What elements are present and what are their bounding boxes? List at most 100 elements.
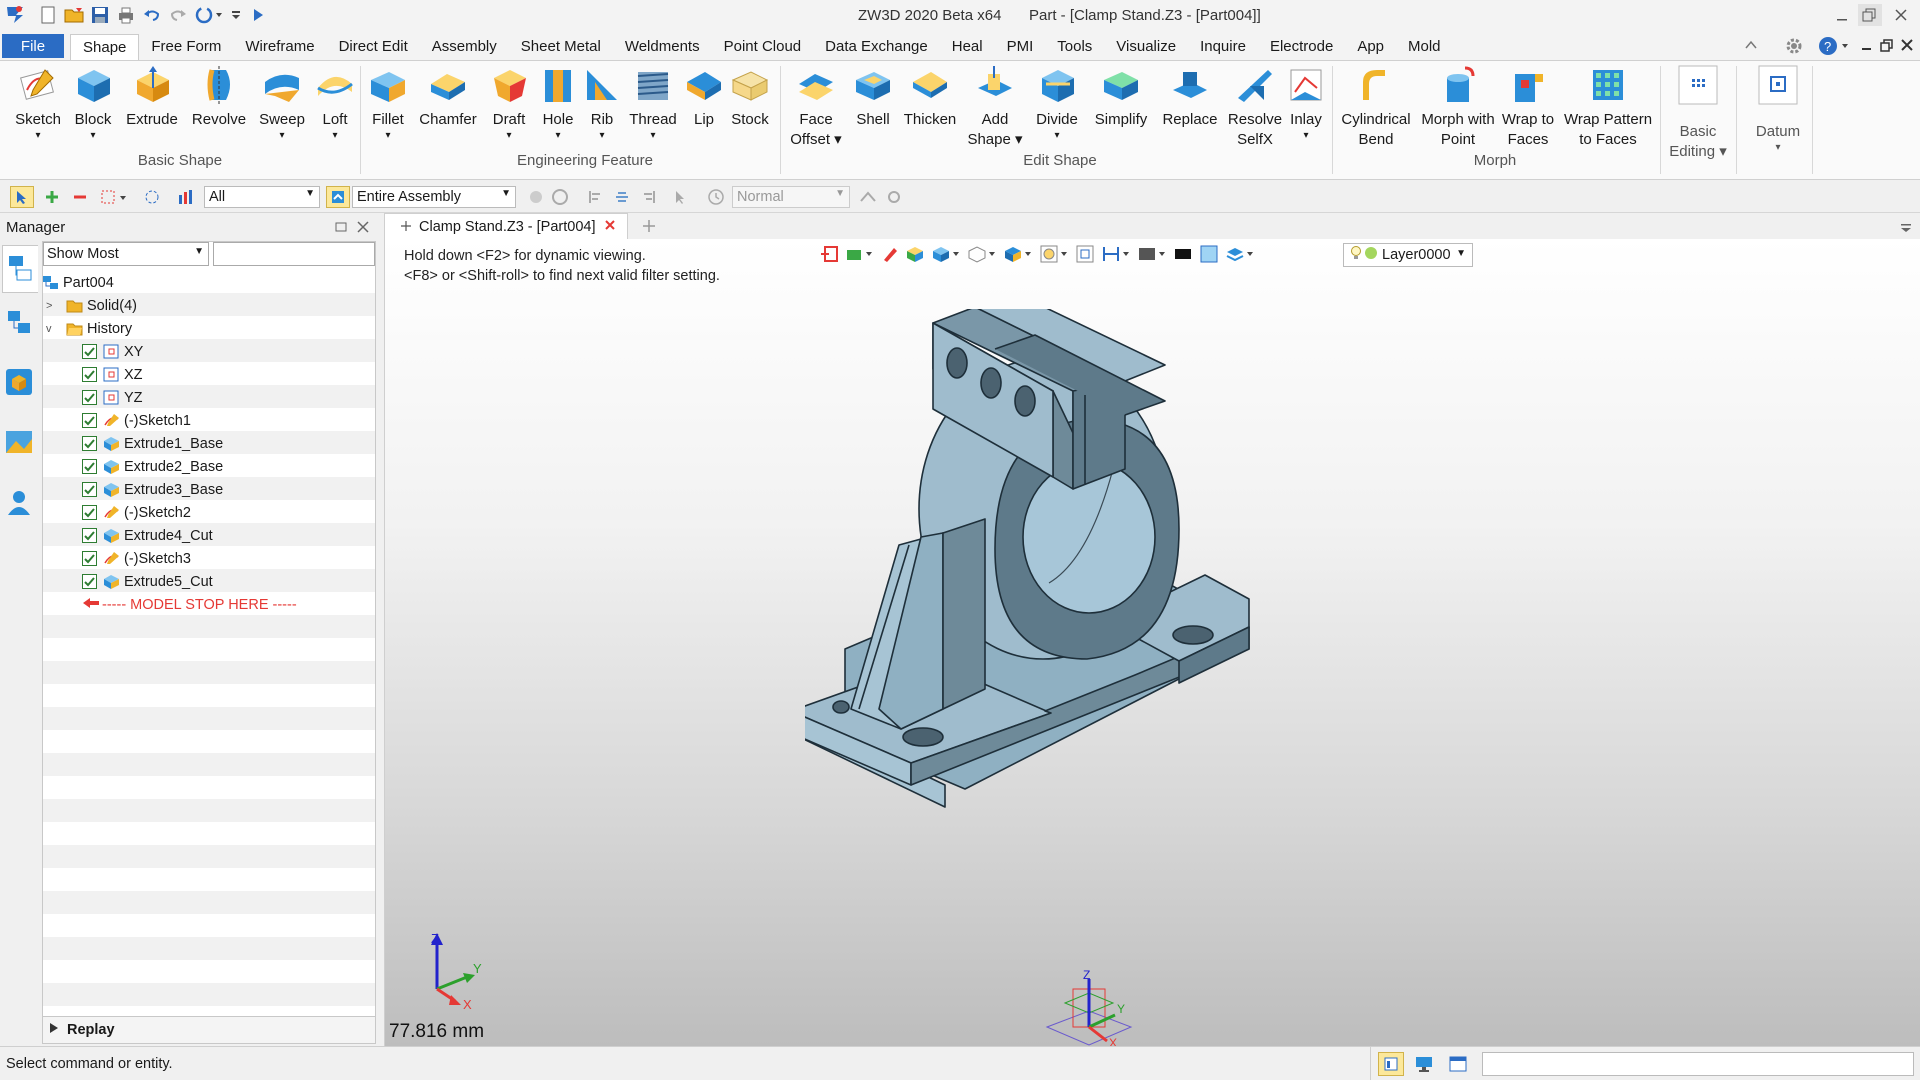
filter-list-icon[interactable] [174,186,198,208]
inlay-button[interactable]: Inlay ▾ [1288,64,1324,142]
history-item-xy[interactable]: XY [82,340,414,363]
remove-filter-icon[interactable] [68,186,92,208]
command-input[interactable] [1482,1052,1914,1076]
thread-button[interactable]: Thread ▾ [628,64,678,142]
render-tab-icon[interactable] [4,427,34,461]
regenerate-icon[interactable] [192,4,226,26]
tab-wireframe[interactable]: Wireframe [233,34,326,58]
align-center-icon[interactable] [610,186,634,208]
open-folder-icon[interactable] [62,4,86,26]
redo-icon[interactable] [166,4,190,26]
settings-gear-icon[interactable] [1784,36,1804,60]
tab-pmi[interactable]: PMI [995,34,1046,58]
shaded-cube-icon[interactable] [905,244,925,268]
new-tab-icon[interactable] [642,219,656,237]
minimize-doc-button[interactable] [1860,38,1874,56]
tab-tools[interactable]: Tools [1045,34,1104,58]
attach-icon[interactable] [882,186,906,208]
restore-doc-button[interactable] [1880,38,1894,56]
close-window-button[interactable] [1892,6,1910,24]
datum-button[interactable]: Datum ▾ [1748,64,1808,154]
save-icon[interactable] [88,4,112,26]
tab-mold[interactable]: Mold [1396,34,1453,58]
add-shape-button[interactable]: Add Shape ▾ [966,64,1024,150]
thicken-button[interactable]: Thicken [902,64,958,130]
selection-box-icon[interactable] [98,186,132,208]
tab-sheet-metal[interactable]: Sheet Metal [509,34,613,58]
color-black-swatch[interactable] [1173,244,1193,268]
view-orientation-icon[interactable] [1003,244,1033,268]
shell-button[interactable]: Shell [852,64,894,130]
wrap-to-faces-button[interactable]: Wrap to Faces [1500,64,1556,150]
help-icon[interactable]: ? [1818,35,1850,61]
restore-window-button[interactable] [1858,4,1882,26]
history-item-sketch2[interactable]: (-)Sketch2 [82,501,414,524]
panel-close-icon[interactable] [356,220,370,238]
tab-visualize[interactable]: Visualize [1104,34,1188,58]
history-item-extrude1-base[interactable]: Extrude1_Base [82,432,414,455]
tree-root[interactable]: Part004 [42,271,374,294]
pick-arrow-icon[interactable] [10,186,34,208]
pick-mode-icon[interactable] [524,186,548,208]
model-stop-marker[interactable]: ----- MODEL STOP HERE ----- [82,593,414,616]
history-item-xz[interactable]: XZ [82,363,414,386]
background-icon[interactable] [1137,244,1167,268]
render-cube-icon[interactable] [931,244,961,268]
close-tab-icon[interactable] [604,219,616,235]
stock-button[interactable]: Stock [728,64,772,130]
tab-heal[interactable]: Heal [940,34,995,58]
loft-button[interactable]: Loft ▾ [316,64,354,142]
visibility-checkbox[interactable] [82,505,97,520]
history-item-extrude4-cut[interactable]: Extrude4_Cut [82,524,414,547]
clamp-stand-model[interactable] [805,309,1365,809]
history-clock-icon[interactable] [704,186,728,208]
history-item-sketch3[interactable]: (-)Sketch3 [82,547,414,570]
visibility-checkbox[interactable] [82,344,97,359]
chamfer-button[interactable]: Chamfer [418,64,478,130]
graphics-viewport[interactable]: Hold down <F2> for dynamic viewing. <F8>… [384,239,1920,1046]
tab-point-cloud[interactable]: Point Cloud [712,34,814,58]
tab-data-exchange[interactable]: Data Exchange [813,34,940,58]
cursor-pick-icon[interactable] [668,186,692,208]
measure-icon[interactable] [856,186,880,208]
history-item-sketch1[interactable]: (-)Sketch1 [82,409,414,432]
exit-view-icon[interactable] [819,244,839,268]
lasso-icon[interactable] [140,186,164,208]
history-item-yz[interactable]: YZ [82,386,414,409]
document-tab[interactable]: Clamp Stand.Z3 - [Part004] [384,213,628,239]
mode-select[interactable]: Normal ▼ [732,186,850,208]
tab-electrode[interactable]: Electrode [1258,34,1345,58]
print-icon[interactable] [114,4,138,26]
add-filter-icon[interactable] [40,186,64,208]
chevron-right-icon[interactable]: > [46,300,66,312]
replay-bar[interactable]: Replay [42,1016,376,1044]
basic-editing-button[interactable]: Basic Editing ▾ [1664,64,1732,162]
tree-search-input[interactable] [213,242,375,266]
replace-button[interactable]: Replace [1160,64,1220,130]
tab-assembly[interactable]: Assembly [420,34,509,58]
tab-direct-edit[interactable]: Direct Edit [327,34,420,58]
tab-free-form[interactable]: Free Form [139,34,233,58]
panel-pin-icon[interactable] [334,220,348,238]
rib-button[interactable]: Rib ▾ [584,64,620,142]
history-tab-icon[interactable] [2,245,38,293]
fillet-button[interactable]: Fillet ▾ [368,64,408,142]
file-menu-button[interactable]: File [2,34,64,58]
draft-button[interactable]: Draft ▾ [488,64,530,142]
hole-button[interactable]: Hole ▾ [538,64,578,142]
visibility-checkbox[interactable] [82,551,97,566]
tab-shape[interactable]: Shape [70,34,140,60]
show-filter-select[interactable]: Show Most ▼ [43,242,209,266]
history-item-extrude5-cut[interactable]: Extrude5_Cut [82,570,414,593]
close-doc-button[interactable] [1900,38,1914,56]
morph-with-point-button[interactable]: Morph with Point [1418,64,1498,150]
cylindrical-bend-button[interactable]: Cylindrical Bend [1338,64,1414,150]
extrude-button[interactable]: Extrude [124,64,180,130]
assembly-scope-icon[interactable] [326,186,350,208]
section-view-icon[interactable] [1101,244,1131,268]
minimize-window-button[interactable] [1834,8,1850,24]
pencil-icon[interactable] [881,244,899,268]
visibility-checkbox[interactable] [82,367,97,382]
align-right-icon[interactable] [636,186,660,208]
tab-app[interactable]: App [1345,34,1396,58]
